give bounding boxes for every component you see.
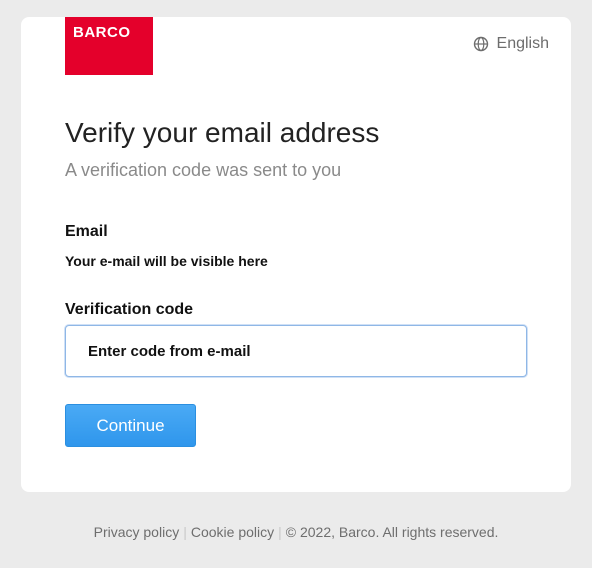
page-subtitle: A verification code was sent to you xyxy=(65,160,342,180)
footer: Privacy policy | Cookie policy | © 2022, Bar… xyxy=(0,524,592,540)
barco-logo: BARCO xyxy=(65,17,153,75)
footer-separator: | xyxy=(183,524,187,540)
globe-icon xyxy=(473,36,488,52)
email-label: Email xyxy=(65,223,108,240)
privacy-policy-link[interactable]: Privacy policy xyxy=(94,524,180,540)
email-value: Your e-mail will be visible here xyxy=(65,253,268,269)
footer-separator: | xyxy=(278,524,282,540)
cookie-policy-link[interactable]: Cookie policy xyxy=(191,524,274,540)
verification-card: BARCO English Verify your email address … xyxy=(21,17,571,492)
continue-button[interactable]: Continue xyxy=(65,404,196,447)
verification-code-input[interactable] xyxy=(65,325,527,377)
language-selector[interactable]: English xyxy=(473,35,549,53)
logo-text: BARCO xyxy=(73,24,131,41)
page-title: Verify your email address xyxy=(65,117,380,148)
verification-code-label: Verification code xyxy=(65,301,194,318)
copyright-text: © 2022, Barco. All rights reserved. xyxy=(285,524,499,540)
language-label: English xyxy=(496,35,549,52)
